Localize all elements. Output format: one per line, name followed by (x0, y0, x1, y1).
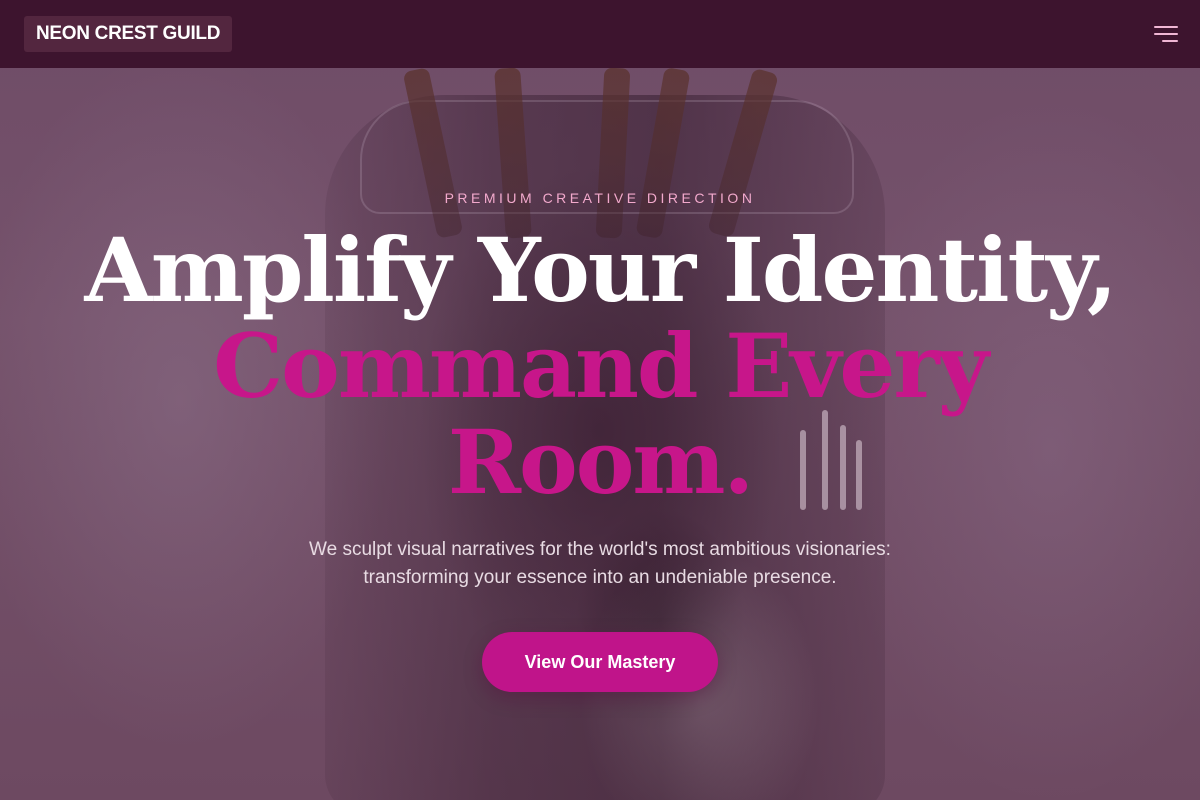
brand-logo-link[interactable]: NEON CREST GUILD (24, 16, 233, 52)
headline-line-1: Amplify Your Identity, (84, 218, 1118, 322)
subtitle-line-2: transforming your essence into an undeni… (363, 567, 837, 588)
hero-headline: Amplify Your Identity, Command Every Roo… (0, 222, 1200, 510)
hero-section: PREMIUM CREATIVE DIRECTION Amplify Your … (0, 68, 1200, 800)
top-navbar: NEON CREST GUILD (0, 0, 1200, 68)
view-our-mastery-button[interactable]: View Our Mastery (482, 632, 718, 692)
menu-line (1154, 33, 1178, 35)
menu-line (1162, 40, 1178, 42)
menu-line (1154, 26, 1178, 28)
page: NEON CREST GUILD PREMIUM CREATIVE DIRECT… (0, 0, 1200, 800)
subtitle-line-1: We sculpt visual narratives for the worl… (309, 539, 891, 560)
headline-line-3: Room. (447, 410, 754, 514)
hamburger-menu-icon[interactable] (1150, 20, 1180, 48)
headline-line-2: Command Every (213, 314, 989, 418)
hero-subtitle: We sculpt visual narratives for the worl… (260, 536, 940, 592)
hero-eyebrow: PREMIUM CREATIVE DIRECTION (444, 190, 756, 206)
